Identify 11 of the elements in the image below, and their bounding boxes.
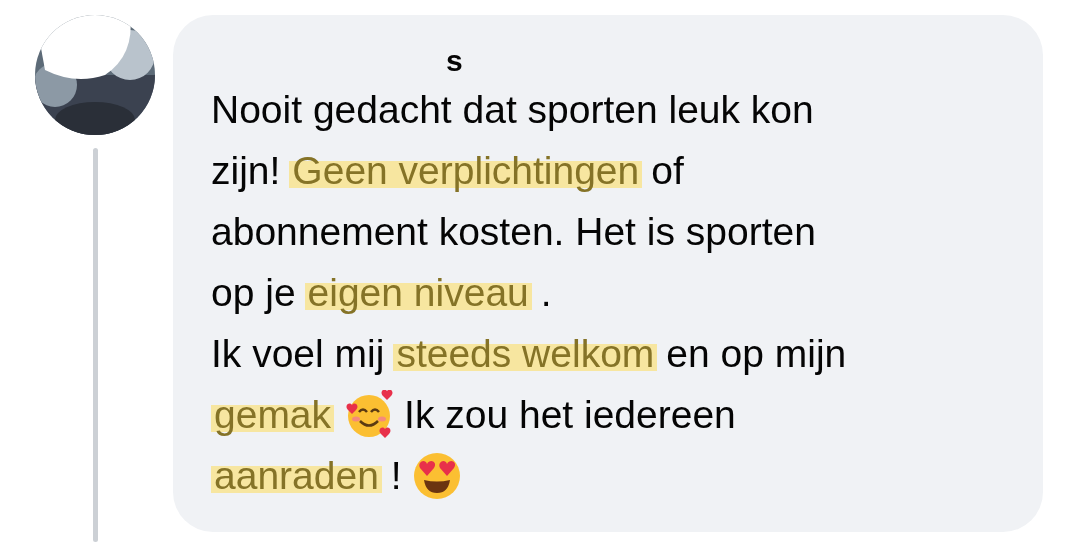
comment-text: en op mijn [665,331,848,376]
comment-text: zijn! [210,148,282,193]
comment-text: of [650,148,685,193]
comment-text: Ik zou het iedereen [403,392,737,437]
comment-text: Nooit gedacht dat sporten leuk kon [210,87,815,132]
comment-text: Ik voel mij [210,331,386,376]
author-name[interactable]: s [446,44,463,77]
comment-text: abonnement kosten. Het is sporten [210,209,817,254]
comment-text: . [539,270,553,315]
comment-text: ! [389,453,403,498]
comment-text: op je [210,270,297,315]
